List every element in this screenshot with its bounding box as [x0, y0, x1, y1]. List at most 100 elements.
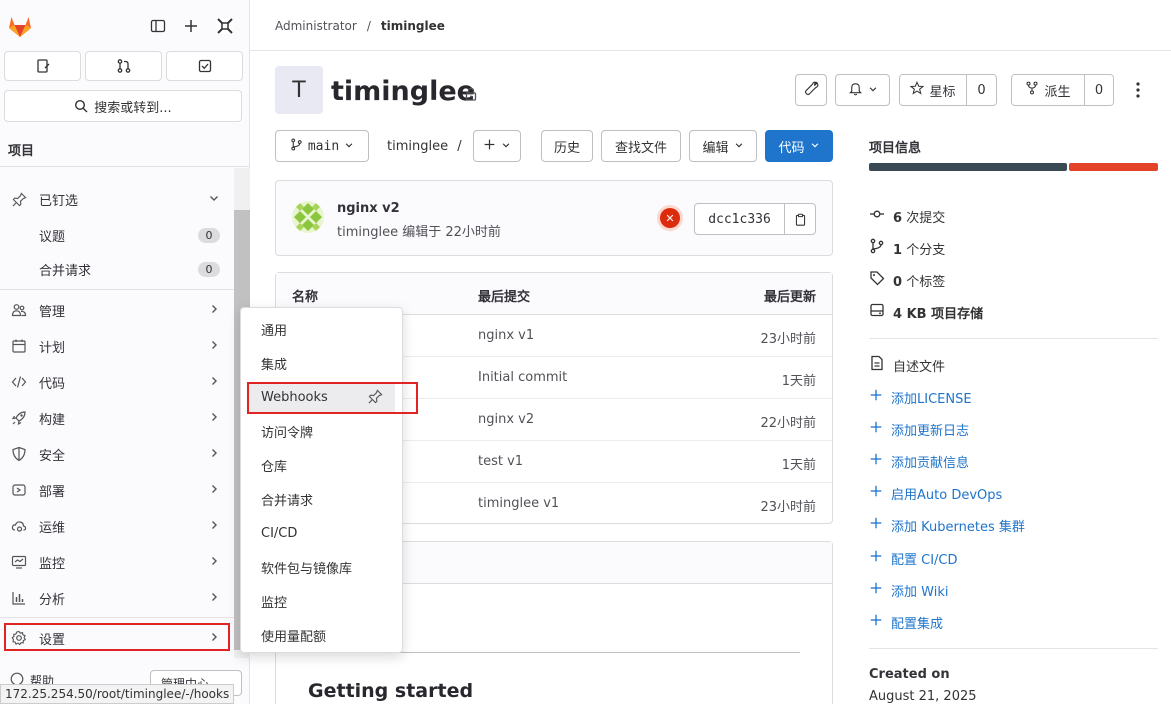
flyout-item-cicd[interactable]: CI/CD [249, 518, 395, 548]
branch-selector[interactable]: main [275, 130, 369, 162]
chevron-down-icon [734, 139, 744, 154]
sidebar-item-manage[interactable]: 管理 [0, 293, 234, 327]
sidebar-item-deploy[interactable]: 部署 [0, 473, 234, 507]
link-label: 添加 Kubernetes 集群 [891, 519, 1025, 535]
star-label: 星标 [929, 84, 956, 100]
flyout-item-access-tokens[interactable]: 访问令牌 [249, 416, 395, 446]
sidebar-item-plan[interactable]: 计划 [0, 329, 234, 363]
sidebar-item-merge-requests[interactable]: 合并请求 0 [0, 252, 234, 286]
breadcrumb-current[interactable]: timinglee [381, 19, 445, 33]
add-contributing-link[interactable]: 添加贡献信息 [869, 451, 969, 471]
enable-auto-devops-link[interactable]: 启用Auto DevOps [869, 483, 1002, 503]
count-badge: 0 [198, 228, 220, 243]
flyout-item-usage-quotas[interactable]: 使用量配额 [249, 620, 395, 650]
stat-branches[interactable]: 1 个分支 [869, 238, 945, 258]
user-avatar-icon[interactable] [215, 16, 235, 36]
branch-icon [869, 238, 885, 258]
flyout-item-packages-registries[interactable]: 软件包与镜像库 [249, 552, 395, 582]
created-date: August 21, 2025 [869, 689, 977, 704]
cloud-gear-icon [10, 517, 28, 535]
star-button[interactable]: 星标 [900, 75, 966, 105]
fork-button[interactable]: 派生 [1012, 75, 1084, 105]
fork-icon [1025, 81, 1039, 99]
code-dropdown[interactable]: 代码 [765, 130, 833, 162]
commit-message-link[interactable]: timinglee v1 [478, 496, 559, 511]
commit-sha[interactable]: dcc1c336 [695, 204, 785, 234]
last-commit-card: nginx v2 timinglee 编辑于 22小时前 ✕ dcc1c336 [275, 180, 833, 256]
created-label: Created on [869, 667, 950, 682]
commit-message-link[interactable]: nginx v1 [478, 328, 534, 343]
stat-label: 项目存储 [931, 306, 984, 322]
stat-commits[interactable]: 6 次提交 [869, 206, 945, 226]
sidebar-toggle-icon[interactable] [148, 16, 168, 36]
sidebar-item-operate[interactable]: 运维 [0, 509, 234, 543]
add-wiki-link[interactable]: 添加 Wiki [869, 580, 948, 600]
project-actions-button[interactable] [795, 74, 827, 106]
fork-count[interactable]: 0 [1084, 75, 1113, 105]
add-kubernetes-cluster-link[interactable]: 添加 Kubernetes 集群 [869, 515, 1025, 535]
pipeline-failed-icon[interactable]: ✕ [660, 208, 680, 228]
more-actions-icon[interactable] [1131, 80, 1145, 104]
link-label: 添加 Wiki [891, 584, 949, 600]
commit-message-link[interactable]: nginx v2 [478, 412, 534, 427]
issues-shortcut-button[interactable] [4, 51, 81, 81]
add-license-link[interactable]: 添加LICENSE [869, 387, 972, 407]
history-button[interactable]: 历史 [541, 130, 593, 162]
todos-shortcut-button[interactable] [166, 51, 243, 81]
sidebar-item-issues[interactable]: 议题 0 [0, 218, 234, 252]
notification-dropdown[interactable] [835, 74, 890, 106]
flyout-item-general[interactable]: 通用 [249, 314, 395, 344]
sidebar-item-code[interactable]: 代码 [0, 365, 234, 399]
flyout-item-monitor[interactable]: 监控 [249, 586, 395, 616]
configure-cicd-link[interactable]: 配置 CI/CD [869, 548, 958, 568]
avatar[interactable] [292, 201, 324, 233]
fork-button-group: 派生 0 [1011, 74, 1114, 106]
flyout-item-integrations[interactable]: 集成 [249, 348, 395, 378]
sidebar-item-build[interactable]: 构建 [0, 401, 234, 435]
language-bar-segment[interactable] [1069, 163, 1158, 171]
commit-message-link[interactable]: Initial commit [478, 370, 567, 385]
commit-icon [869, 206, 885, 226]
language-bar-segment[interactable] [869, 163, 1068, 171]
search-button[interactable]: 搜索或转到... [4, 90, 242, 122]
merge-requests-shortcut-button[interactable] [85, 51, 162, 81]
status-bar-url: 172.25.254.50/root/timinglee/-/hooks [0, 684, 235, 704]
sidebar-item-label: 构建 [39, 412, 66, 428]
configure-integrations-link[interactable]: 配置集成 [869, 612, 943, 632]
plus-icon [483, 138, 496, 155]
sidebar-item-monitor[interactable]: 监控 [0, 545, 234, 579]
language-bar[interactable] [869, 163, 1158, 171]
sidebar-item-pinned[interactable]: 已钉选 [0, 182, 234, 216]
repo-path-root[interactable]: timinglee [387, 139, 448, 154]
readme-link[interactable]: 自述文件 [869, 355, 945, 375]
stat-tags[interactable]: 0 个标签 [869, 270, 945, 290]
add-changelog-link[interactable]: 添加更新日志 [869, 419, 969, 439]
commit-author[interactable]: timinglee [337, 225, 398, 240]
header-divider [250, 50, 1171, 51]
stat-storage[interactable]: 4 KB 项目存储 [869, 302, 983, 322]
sidebar-item-security[interactable]: 安全 [0, 437, 234, 471]
chevron-right-icon [208, 555, 220, 571]
plus-icon[interactable] [181, 16, 201, 36]
breadcrumb-parent[interactable]: Administrator [275, 19, 357, 33]
commit-title[interactable]: nginx v2 [337, 201, 400, 216]
page-title: timinglee [331, 76, 475, 107]
star-count[interactable]: 0 [966, 75, 996, 105]
branch-name: main [307, 138, 340, 154]
copy-icon[interactable] [785, 204, 815, 234]
add-to-tree-dropdown[interactable] [473, 130, 521, 162]
calendar-icon [10, 337, 28, 355]
find-file-button[interactable]: 查找文件 [601, 130, 681, 162]
sidebar-item-analyze[interactable]: 分析 [0, 581, 234, 615]
plus-icon [869, 420, 883, 438]
chevron-right-icon [208, 303, 220, 319]
link-label: 添加更新日志 [891, 423, 970, 439]
stat-label: 个分支 [906, 242, 946, 258]
flyout-item-merge-requests[interactable]: 合并请求 [249, 484, 395, 514]
sidebar-item-label: 代码 [39, 376, 66, 392]
gitlab-logo-icon[interactable] [6, 12, 34, 40]
edit-dropdown[interactable]: 编辑 [689, 130, 757, 162]
column-header-name: 名称 [292, 290, 319, 305]
flyout-item-repository[interactable]: 仓库 [249, 450, 395, 480]
commit-message-link[interactable]: test v1 [478, 454, 523, 469]
